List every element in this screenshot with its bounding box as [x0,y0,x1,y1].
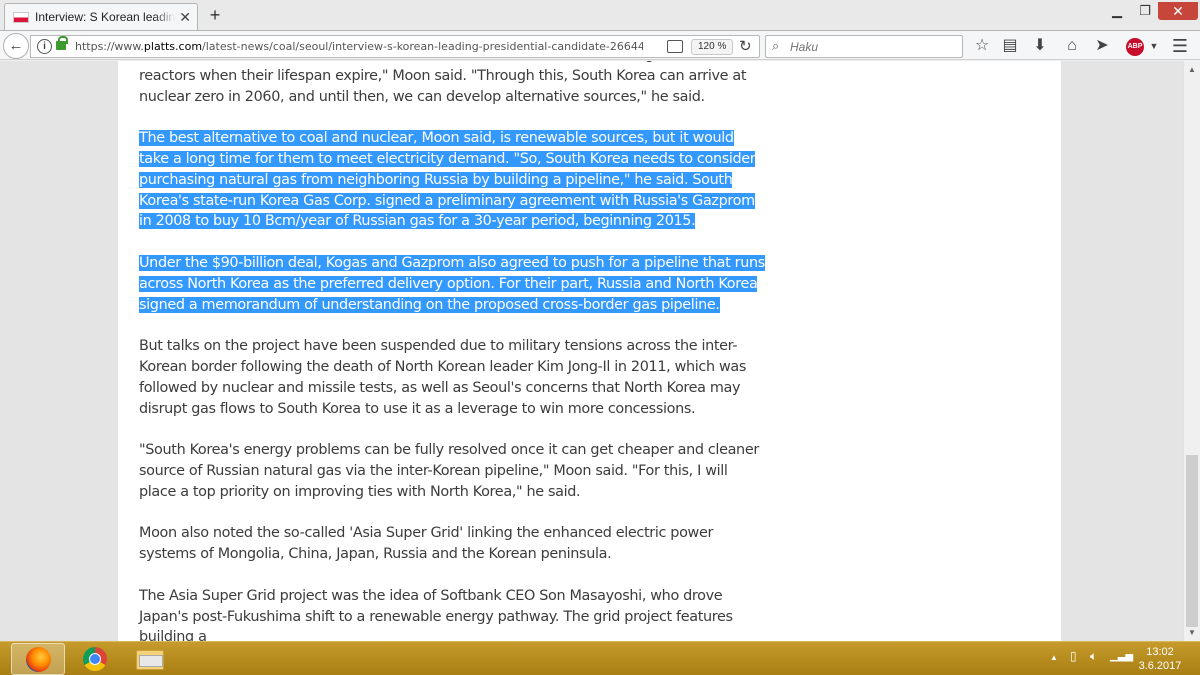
chrome-icon [83,647,107,671]
adblock-plus-icon[interactable]: ABP [1126,38,1144,56]
tab-strip: Interview: S Korean leading presidential… [0,0,1200,30]
tab-active[interactable]: Interview: S Korean leading presidential… [4,3,198,30]
battery-icon[interactable]: ▯ [1070,649,1077,663]
clock-date: 3.6.2017 [1138,660,1182,672]
back-arrow-icon: ← [8,37,24,54]
window-minimize-button[interactable]: ▁ [1106,2,1128,20]
windows-taskbar: ▲ ▯ 🔈︎ ▁▃▅ 13:02 3.6.2017 [0,641,1200,675]
article-paragraph: Moon also noted the so-called 'Asia Supe… [139,523,765,565]
new-tab-button[interactable]: + [204,4,226,26]
paragraph-text: "I will make South Korea build no more n… [139,61,747,105]
tab-title: Interview: S Korean leading presidential… [35,10,176,24]
info-icon[interactable]: i [37,39,52,54]
adblock-dropdown-icon[interactable]: ▼ [1144,36,1164,56]
search-bar[interactable]: ⌕ [765,35,963,58]
selected-text: Under the $90-billion deal, Kogas and Ga… [139,254,765,313]
scroll-up-icon[interactable]: ▲ [1184,61,1200,78]
article-paragraph: "I will make South Korea build no more n… [139,61,765,107]
bookmark-star-icon[interactable]: ☆ [972,36,992,56]
vertical-scrollbar[interactable]: ▲ ▼ [1183,61,1200,641]
url-domain: platts.com [143,40,203,53]
url-path: /latest-news/coal/seoul/interview-s-kore… [202,40,643,53]
back-button[interactable]: ← [3,33,29,59]
taskbar-firefox-button[interactable] [11,643,65,675]
menu-icon[interactable]: ☰ [1170,36,1190,56]
zoom-indicator[interactable]: 120 % [691,39,734,55]
reader-view-icon[interactable] [667,40,683,53]
article-body: "I will make South Korea build no more n… [118,61,1061,641]
taskbar-chrome-button[interactable] [68,643,122,675]
window-close-button[interactable]: ✕ [1158,2,1198,20]
scrollbar-thumb[interactable] [1186,455,1198,627]
lock-icon[interactable] [56,36,68,50]
bookmarks-list-icon[interactable]: ▤ [1000,36,1020,56]
taskbar-explorer-button[interactable] [122,643,176,675]
system-clock[interactable]: 13:02 3.6.2017 [1128,645,1192,673]
paragraph-text: The Asia Super Grid project was the idea… [139,587,733,641]
tray-overflow-icon[interactable]: ▲ [1050,653,1058,662]
navigation-toolbar: ← i https://www.platts.com/latest-news/c… [0,30,1200,60]
firefox-icon [26,647,51,672]
scroll-down-icon[interactable]: ▼ [1184,624,1200,641]
page-viewport: "I will make South Korea build no more n… [0,61,1183,641]
volume-icon[interactable]: 🔈︎ [1090,649,1097,664]
paragraph-text: But talks on the project have been suspe… [139,338,747,417]
url-text[interactable]: https://www.platts.com/latest-news/coal/… [75,40,643,53]
article-paragraph: The best alternative to coal and nuclear… [139,128,765,232]
address-bar[interactable]: i https://www.platts.com/latest-news/coa… [30,35,760,58]
paragraph-text: "South Korea's energy problems can be fu… [139,442,759,500]
tab-close-icon[interactable]: ✕ [179,9,191,26]
window-maximize-button[interactable]: ❐ [1134,2,1156,20]
home-icon[interactable]: ⌂ [1062,36,1082,56]
search-input[interactable] [790,39,955,55]
folder-icon [136,650,164,670]
url-prefix: https://www. [75,40,144,53]
article-paragraph: The Asia Super Grid project was the idea… [139,586,765,641]
search-icon: ⌕ [772,38,780,53]
download-icon[interactable]: ⬇ [1030,36,1050,56]
paragraph-text: Moon also noted the so-called 'Asia Supe… [139,525,714,563]
article-paragraph: "South Korea's energy problems can be fu… [139,440,765,502]
article-text: "I will make South Korea build no more n… [139,61,765,641]
pocket-send-icon[interactable]: ➤ [1092,36,1112,56]
site-favicon-icon [13,11,29,23]
article-paragraph: But talks on the project have been suspe… [139,336,765,419]
reload-icon[interactable]: ↻ [739,37,752,55]
article-paragraph: Under the $90-billion deal, Kogas and Ga… [139,253,765,315]
selected-text: The best alternative to coal and nuclear… [139,130,756,230]
clock-time: 13:02 [1146,646,1174,658]
